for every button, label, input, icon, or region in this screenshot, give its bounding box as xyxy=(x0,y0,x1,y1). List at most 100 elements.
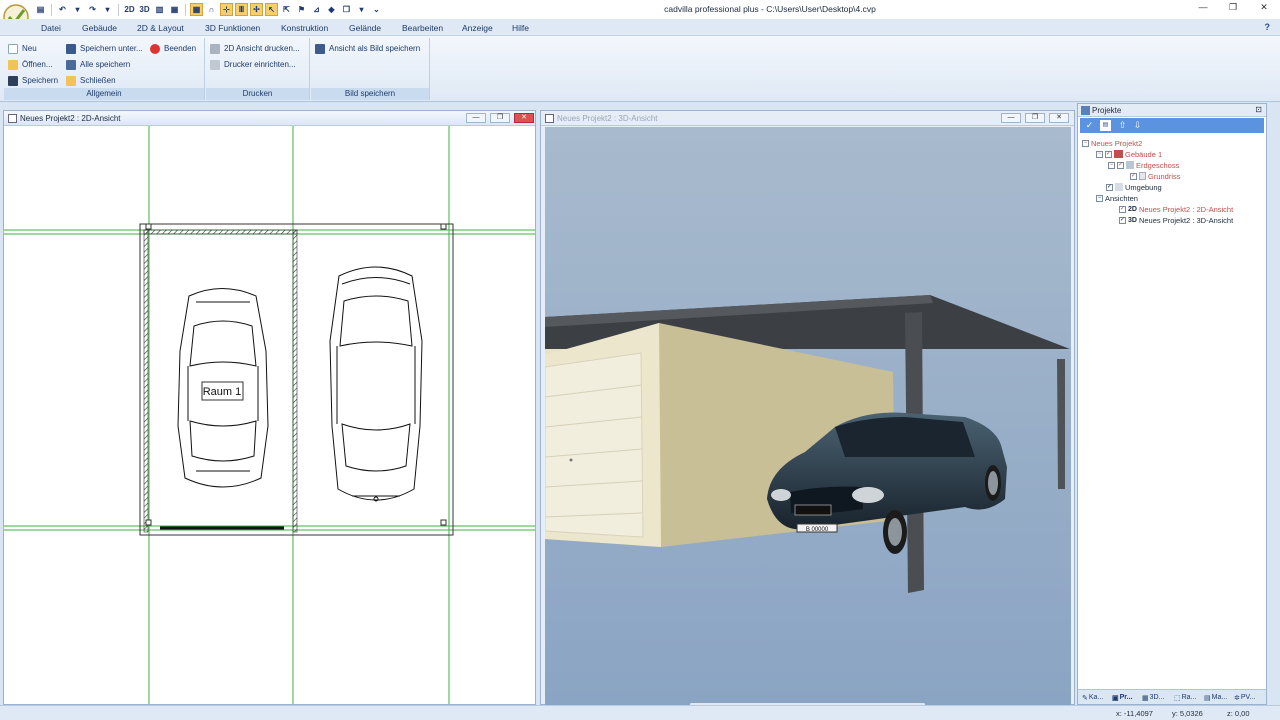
materials-tab-icon: ▤ xyxy=(1204,694,1211,702)
wall-right[interactable] xyxy=(292,229,298,533)
exit-button[interactable]: Beenden xyxy=(150,42,196,55)
minimize-icon[interactable]: — xyxy=(1196,2,1210,16)
tab-materials[interactable]: ▤ Ma... xyxy=(1204,692,1227,703)
status-bar: x: -11,4097 y: 5,0326 z: 0,00 xyxy=(0,705,1280,720)
printer-icon xyxy=(210,43,220,54)
properties-icon[interactable]: ▤ xyxy=(1100,120,1111,131)
menu-konstruktion[interactable]: Konstruktion xyxy=(281,23,328,33)
panel-2d-close-button[interactable]: ✕ xyxy=(514,113,534,123)
3d-viewport[interactable]: B 00000 xyxy=(545,127,1071,709)
environment-icon xyxy=(1115,183,1123,191)
car-right-drawing[interactable] xyxy=(329,266,423,502)
menu-anzeige[interactable]: Anzeige xyxy=(462,23,493,33)
menu-datei[interactable]: Datei xyxy=(41,23,61,33)
save-as-button[interactable]: Speichern unter... xyxy=(66,42,143,55)
projects-tab-icon: ▣ xyxy=(1112,694,1119,702)
panel-3d-restore-button[interactable]: ❐ xyxy=(1025,113,1045,123)
3d-view-icon xyxy=(545,114,554,123)
tab-3d[interactable]: ▦ 3D... xyxy=(1142,692,1164,703)
close-file-icon xyxy=(66,75,76,86)
collapse-toggle[interactable]: − xyxy=(1096,194,1103,202)
carport-post-back[interactable] xyxy=(1057,359,1065,489)
projects-toolbar: ✓ ▤ ⇧ ⇩ xyxy=(1080,118,1264,133)
menu-gelaende[interactable]: Gelände xyxy=(349,23,381,33)
collapse-toggle[interactable]: − xyxy=(1096,150,1103,158)
panel-3d-titlebar: Neues Projekt2 : 3D-Ansicht — ❐ ✕ xyxy=(541,111,1074,126)
wall-left[interactable] xyxy=(143,229,149,533)
check-icon[interactable]: ✓ xyxy=(1084,120,1095,131)
save-all-button[interactable]: Alle speichern xyxy=(66,58,130,71)
tab-catalog[interactable]: ✎ Ka... xyxy=(1082,692,1103,703)
new-button[interactable]: Neu xyxy=(8,42,37,55)
checkbox-icon[interactable]: ✓ xyxy=(1106,183,1113,191)
2d-view-icon xyxy=(8,114,17,123)
collapse-toggle[interactable]: − xyxy=(1108,161,1115,169)
house-icon xyxy=(1114,150,1123,158)
floor-plan-canvas[interactable]: Raum 1 xyxy=(4,126,535,704)
panel-2d-titlebar: Neues Projekt2 : 2D-Ansicht — ❐ ✕ xyxy=(4,111,535,126)
ribbon-group-drucken: 2D Ansicht drucken... Drucker einrichten… xyxy=(206,38,310,100)
coord-x: x: -11,4097 xyxy=(1116,709,1153,718)
print-2d-button[interactable]: 2D Ansicht drucken... xyxy=(210,42,300,55)
help-icon[interactable]: ? xyxy=(1265,22,1271,32)
move-down-icon[interactable]: ⇩ xyxy=(1132,120,1143,131)
panel-2d-view: Neues Projekt2 : 2D-Ansicht — ❐ ✕ Raum 1 xyxy=(3,110,536,705)
image-save-icon xyxy=(315,43,325,54)
menu-2d-layout[interactable]: 2D & Layout xyxy=(137,23,184,33)
3d-scene: B 00000 xyxy=(545,127,1071,709)
close-icon[interactable]: ✕ xyxy=(1257,2,1271,16)
save-icon xyxy=(8,75,18,86)
wall-top[interactable] xyxy=(143,229,298,235)
grid-lines xyxy=(4,126,535,704)
collapse-toggle[interactable]: − xyxy=(1082,139,1089,147)
checkbox-icon[interactable]: ✓ xyxy=(1119,205,1126,213)
checkbox-icon[interactable]: ✓ xyxy=(1130,172,1137,180)
checkbox-icon[interactable]: ✓ xyxy=(1117,161,1124,169)
tree-node-plan[interactable]: ✓ Grundriss xyxy=(1130,171,1181,181)
printer-setup-icon xyxy=(210,59,220,70)
save-all-icon xyxy=(66,59,76,70)
menu-gebaeude[interactable]: Gebäude xyxy=(82,23,117,33)
menu-3d-funktionen[interactable]: 3D Funktionen xyxy=(205,23,260,33)
group-label-bild: Bild speichern xyxy=(311,88,429,100)
restore-icon[interactable]: ❐ xyxy=(1226,2,1240,16)
save-as-image-button[interactable]: Ansicht als Bild speichern xyxy=(315,42,420,55)
garage-door-3d[interactable] xyxy=(545,352,644,538)
projects-panel: Projekte ⊡ ✓ ▤ ⇧ ⇩ − Neues Projekt2 − ✓ … xyxy=(1077,103,1267,705)
tree-node-environment[interactable]: ✓ Umgebung xyxy=(1106,182,1162,192)
panel-3d-close-button[interactable]: ✕ xyxy=(1049,113,1069,123)
power-icon xyxy=(150,43,160,54)
room-label: Raum 1 xyxy=(203,386,242,398)
catalog-icon: ✎ xyxy=(1082,694,1088,702)
tree-node-view-3d[interactable]: ✓ 3D Neues Projekt2 : 3D-Ansicht xyxy=(1119,215,1233,225)
menu-bearbeiten[interactable]: Bearbeiten xyxy=(402,23,443,33)
tree-node-project[interactable]: − Neues Projekt2 xyxy=(1082,138,1142,148)
move-up-icon[interactable]: ⇧ xyxy=(1117,120,1128,131)
tab-projects[interactable]: ▣ Pr... xyxy=(1112,692,1132,703)
printer-setup-button[interactable]: Drucker einrichten... xyxy=(210,58,296,71)
panel-2d-minimize-button[interactable]: — xyxy=(466,113,486,123)
group-label-drucken: Drucken xyxy=(206,88,309,100)
close-file-button[interactable]: Schließen xyxy=(66,74,116,87)
pv-tab-icon: ✲ xyxy=(1234,694,1240,702)
tab-pv[interactable]: ✲ PV... xyxy=(1234,692,1255,703)
save-button[interactable]: Speichern xyxy=(8,74,58,87)
tree-node-building[interactable]: − ✓ Gebäude 1 xyxy=(1096,149,1162,159)
checkbox-icon[interactable]: ✓ xyxy=(1119,216,1126,224)
tree-node-floor[interactable]: − ✓ Erdgeschoss xyxy=(1108,160,1179,170)
pin-icon[interactable]: ⊡ xyxy=(1255,105,1262,114)
panel-2d-restore-button[interactable]: ❐ xyxy=(490,113,510,123)
tab-rooms[interactable]: ⬚ Ra... xyxy=(1174,692,1196,703)
menu-hilfe[interactable]: Hilfe xyxy=(512,23,529,33)
open-button[interactable]: Öffnen... xyxy=(8,58,53,71)
3d-tab-icon: ▦ xyxy=(1142,694,1149,702)
rooms-tab-icon: ⬚ xyxy=(1174,694,1181,702)
checkbox-icon[interactable]: ✓ xyxy=(1105,150,1112,158)
projects-titlebar: Projekte ⊡ xyxy=(1078,104,1266,117)
panel-3d-title: Neues Projekt2 : 3D-Ansicht xyxy=(557,114,658,123)
floor-icon xyxy=(1126,161,1134,169)
tree-node-views[interactable]: − Ansichten xyxy=(1096,193,1138,203)
panel-3d-minimize-button[interactable]: — xyxy=(1001,113,1021,123)
ribbon: Neu Öffnen... Speichern Speichern unter.… xyxy=(0,36,1280,102)
tree-node-view-2d[interactable]: ✓ 2D Neues Projekt2 : 2D-Ansicht xyxy=(1119,204,1233,214)
